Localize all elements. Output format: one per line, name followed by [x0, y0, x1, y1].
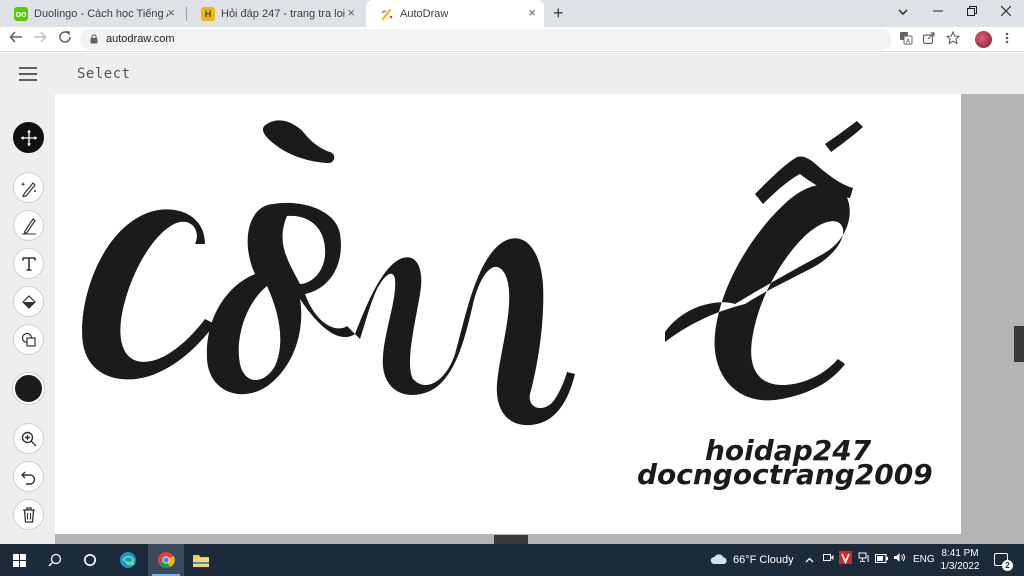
share-icon[interactable] [921, 31, 937, 49]
app-header: Select [0, 53, 1024, 94]
forward-button[interactable] [30, 30, 50, 49]
tab-autodraw[interactable]: AutoDraw × [366, 0, 544, 27]
reload-button[interactable] [55, 30, 75, 49]
search-icon[interactable] [44, 549, 66, 571]
drawing-canvas[interactable]: hoidap247 docngoctrang2009 [55, 94, 961, 534]
autodraw-sparkle-pencil-icon [20, 181, 36, 197]
tab-title: Duolingo - Cách học Tiếng Anh t [34, 7, 168, 20]
tab-title: Hỏi đáp 247 - trang tra loi [221, 7, 346, 20]
battery-icon[interactable] [875, 552, 888, 568]
browser-tab-strip: oo Duolingo - Cách học Tiếng Anh t × H H… [0, 0, 1024, 27]
hamburger-menu-icon[interactable] [19, 67, 37, 81]
move-arrows-icon [20, 129, 37, 146]
grave-accent-stroke [262, 120, 335, 164]
letter-n-stroke [355, 238, 575, 426]
type-tool-button[interactable] [13, 248, 44, 279]
tab-close-icon[interactable]: × [528, 6, 536, 20]
delete-button[interactable] [13, 499, 44, 530]
letter-c-stroke [82, 209, 215, 380]
file-explorer-icon[interactable] [190, 549, 212, 571]
meet-now-icon[interactable] [823, 552, 834, 568]
color-picker-swatch[interactable] [13, 373, 44, 404]
horizontal-scroll-thumb[interactable] [494, 535, 528, 544]
url-text[interactable]: autodraw.com [106, 33, 174, 45]
tab-search-chevron-icon[interactable] [891, 2, 915, 22]
tab-close-icon[interactable]: × [167, 6, 175, 20]
shape-tool-button[interactable] [13, 324, 44, 355]
weather-text: 66°F Cloudy [733, 554, 794, 566]
weather-widget[interactable]: 66°F Cloudy [710, 552, 794, 568]
show-hidden-icons-chevron-icon[interactable] [805, 552, 814, 568]
input-language[interactable]: ENG [913, 552, 935, 568]
clock-time: 8:41 PM [941, 548, 979, 559]
tab-hoidap247[interactable]: H Hỏi đáp 247 - trang tra loi × [187, 0, 363, 27]
cloud-icon [710, 554, 727, 564]
autodraw-pencil-icon [380, 7, 394, 21]
undo-button[interactable] [13, 461, 44, 492]
lock-icon[interactable] [90, 34, 98, 44]
more-menu-icon[interactable] [999, 31, 1015, 49]
unikey-v-icon[interactable] [839, 551, 852, 569]
current-mode-label: Select [77, 66, 131, 82]
shapes-icon [21, 332, 36, 347]
hoidap247-logo-icon: H [201, 6, 215, 21]
profile-avatar[interactable] [975, 31, 992, 48]
undo-icon [20, 471, 35, 485]
omnibox[interactable]: autodraw.com [80, 29, 892, 50]
windows-taskbar: 66°F Cloudy ENG 8:41 PM 1/3/2022 2 [0, 544, 1024, 576]
tab-title: AutoDraw [400, 7, 449, 20]
paint-bucket-icon [21, 294, 36, 309]
network-icon[interactable] [858, 552, 870, 568]
vertical-scrollbar[interactable] [961, 94, 1024, 544]
pencil-icon [21, 217, 36, 234]
draw-tool-button[interactable] [13, 210, 44, 241]
horizontal-scrollbar[interactable] [55, 534, 961, 544]
bookmark-star-icon[interactable] [945, 30, 961, 49]
zoom-in-icon [21, 431, 36, 446]
text-t-icon [21, 256, 36, 271]
letter-e-stroke [665, 184, 850, 401]
duolingo-owl-icon: oo [14, 6, 28, 21]
clock-date: 1/3/2022 [940, 561, 980, 572]
watermark-line2: docngoctrang2009 [637, 458, 933, 491]
zoom-tool-button[interactable] [13, 423, 44, 454]
tool-sidebar [0, 94, 55, 544]
acute-accent-stroke [825, 121, 863, 152]
chrome-icon[interactable] [155, 549, 177, 571]
back-button[interactable] [6, 30, 26, 49]
close-window-button[interactable] [994, 2, 1018, 22]
hand-lettering-drawing: hoidap247 docngoctrang2009 [82, 120, 933, 491]
tab-close-icon[interactable]: × [347, 6, 355, 20]
notification-count-badge: 2 [1002, 560, 1013, 571]
windows-start-icon[interactable] [8, 549, 30, 571]
address-bar: autodraw.com A [0, 27, 1024, 52]
fill-tool-button[interactable] [13, 286, 44, 317]
edge-icon[interactable] [117, 549, 139, 571]
notification-center-icon[interactable]: 2 [994, 553, 1013, 571]
translate-icon[interactable]: A [898, 31, 914, 49]
volume-icon[interactable] [893, 552, 906, 568]
restore-button[interactable] [960, 2, 984, 22]
trash-icon [22, 506, 35, 523]
select-tool-button[interactable] [13, 122, 44, 153]
new-tab-button[interactable]: + [553, 3, 564, 23]
minimize-button[interactable] [926, 2, 950, 22]
cortana-icon[interactable] [79, 549, 101, 571]
autodraw-tool-button[interactable] [13, 172, 44, 203]
tab-duolingo[interactable]: oo Duolingo - Cách học Tiếng Anh t × [0, 0, 183, 27]
vertical-scroll-thumb[interactable] [1014, 326, 1024, 362]
system-clock[interactable]: 8:41 PM 1/3/2022 [934, 547, 986, 573]
letter-o-stroke [206, 202, 355, 395]
